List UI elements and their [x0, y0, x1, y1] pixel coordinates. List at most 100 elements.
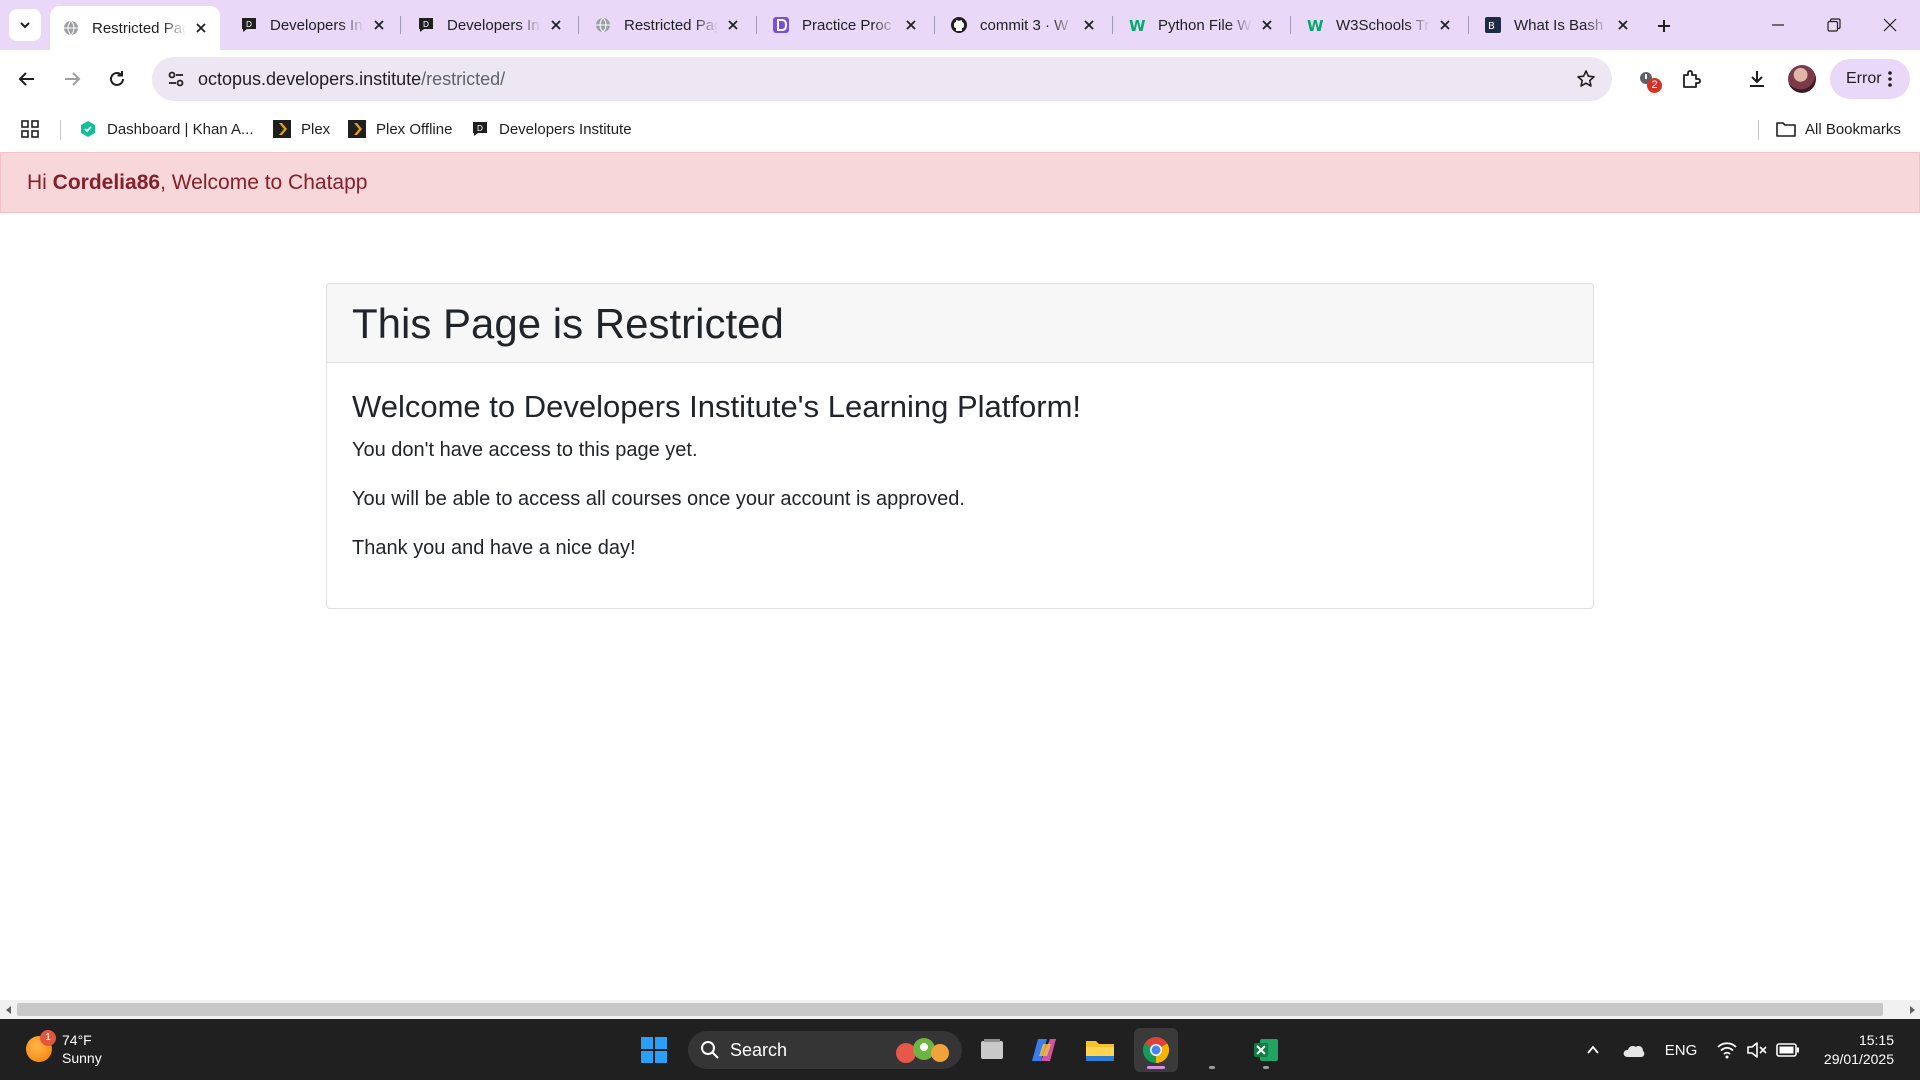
system-clock[interactable]: 15:15 29/01/2025: [1824, 1031, 1894, 1069]
tab-developers-institute-2[interactable]: D Developers Institute: [405, 6, 575, 44]
clock-date: 29/01/2025: [1823, 1051, 1894, 1067]
horizontal-scrollbar[interactable]: [0, 1000, 1920, 1019]
card-header: This Page is Restricted: [327, 284, 1593, 363]
tab-restricted-page-active[interactable]: Restricted Page: [50, 6, 220, 50]
copilot-button[interactable]: [1022, 1028, 1066, 1072]
weather-desc: Sunny: [62, 1050, 102, 1066]
extensions-button[interactable]: [1674, 62, 1708, 96]
tab-what-is-bash[interactable]: B What Is Bash: [1472, 6, 1642, 44]
apps-grid-icon: [21, 120, 39, 138]
close-window-button[interactable]: [1870, 8, 1910, 42]
battery-icon: [1776, 1043, 1799, 1057]
url-text: octopus.developers.institute/restricted/: [198, 69, 505, 90]
new-tab-button[interactable]: [1650, 12, 1678, 40]
tab-practice-proc[interactable]: Practice Proc: [760, 6, 930, 44]
task-view-button[interactable]: [970, 1028, 1014, 1072]
sun-icon: 1: [26, 1030, 56, 1062]
more-menu-icon[interactable]: [1880, 69, 1900, 89]
downloads-button[interactable]: [1740, 62, 1774, 96]
forward-button[interactable]: [55, 62, 89, 96]
tab-title: Practice Proc: [802, 16, 892, 34]
network-button[interactable]: [1714, 1037, 1740, 1063]
tab-strip: Restricted Page D Developers Institute D…: [0, 0, 1920, 50]
close-tab-icon[interactable]: [1436, 16, 1454, 34]
scrollbar-thumb[interactable]: [17, 1003, 1883, 1016]
site-info-icon[interactable]: [158, 61, 194, 97]
close-tab-icon[interactable]: [370, 16, 388, 34]
tab-separator: [1112, 16, 1113, 34]
tab-separator: [578, 16, 579, 34]
extension-alert-button[interactable]: 2: [1630, 62, 1664, 96]
developers-institute-icon: D: [470, 119, 490, 139]
all-bookmarks-button[interactable]: All Bookmarks: [1776, 114, 1901, 144]
start-button[interactable]: [632, 1028, 676, 1072]
tab-separator: [756, 16, 757, 34]
tab-commit-3[interactable]: commit 3 · W: [938, 6, 1108, 44]
card-paragraph: Thank you and have a nice day!: [352, 537, 636, 559]
weather-widget[interactable]: 1 74°F Sunny: [26, 1029, 102, 1069]
bookmarks-separator: [1758, 120, 1759, 140]
page-content: Hi Cordelia86, Welcome to Chatapp This P…: [0, 150, 1920, 1000]
card-body: Welcome to Developers Institute's Learni…: [327, 363, 1593, 586]
scroll-left-arrow-icon[interactable]: [0, 1000, 17, 1019]
language-label: ENG: [1664, 1041, 1698, 1059]
plex-icon: [272, 119, 292, 139]
w3schools-icon: W: [1128, 16, 1146, 34]
bookmark-developers-institute[interactable]: D Developers Institute: [470, 114, 632, 144]
battery-button[interactable]: [1774, 1037, 1802, 1063]
close-tab-icon[interactable]: [1080, 16, 1098, 34]
tab-python-file[interactable]: W Python File W: [1116, 6, 1286, 44]
scroll-right-arrow-icon[interactable]: [1903, 1000, 1920, 1019]
bookmark-label: Dashboard | Khan A...: [107, 120, 254, 138]
windows-taskbar: 1 74°F Sunny Search ENG 15:15 29/01/2025: [0, 1019, 1920, 1080]
alert-greeting: Hi: [27, 170, 53, 194]
svg-text:D: D: [477, 124, 483, 133]
profile-error-label: Error: [1846, 70, 1882, 87]
close-tab-icon[interactable]: [1258, 16, 1276, 34]
bookmark-khan-academy[interactable]: Dashboard | Khan A...: [78, 114, 254, 144]
globe-icon: [594, 16, 612, 34]
tab-separator: [1290, 16, 1291, 34]
pinned-app-button[interactable]: [1190, 1028, 1234, 1072]
chevron-down-icon: [20, 22, 30, 29]
address-bar[interactable]: octopus.developers.institute/restricted/: [152, 57, 1612, 101]
show-hidden-icons-button[interactable]: [1582, 1037, 1604, 1063]
restore-button[interactable]: [1814, 8, 1854, 42]
active-indicator: [1147, 1066, 1165, 1069]
chrome-taskbar-button[interactable]: [1134, 1028, 1178, 1072]
reload-button[interactable]: [100, 62, 134, 96]
tab-w3schools[interactable]: W W3Schools Tr: [1294, 6, 1464, 44]
close-tab-icon[interactable]: [724, 16, 742, 34]
bookmark-star-icon[interactable]: [1574, 67, 1598, 91]
profile-error-chip[interactable]: Error: [1830, 59, 1910, 99]
tab-restricted-page[interactable]: Restricted Page: [582, 6, 752, 44]
tab-developers-institute[interactable]: D Developers Institute: [228, 6, 398, 44]
bookmark-plex[interactable]: Plex: [272, 114, 330, 144]
onedrive-button[interactable]: [1620, 1037, 1648, 1063]
file-explorer-button[interactable]: [1078, 1028, 1122, 1072]
excel-button[interactable]: [1244, 1028, 1288, 1072]
task-view-icon: [981, 1039, 1003, 1059]
open-indicator: [1263, 1066, 1269, 1069]
close-tab-icon[interactable]: [192, 19, 210, 37]
language-indicator[interactable]: ENG: [1664, 1037, 1698, 1063]
tab-separator: [1468, 16, 1469, 34]
globe-icon: [62, 19, 80, 37]
apps-button[interactable]: [20, 114, 40, 144]
close-icon: [1883, 18, 1897, 32]
back-button[interactable]: [10, 62, 44, 96]
minimize-button[interactable]: [1758, 8, 1798, 42]
folder-icon: [1086, 1041, 1114, 1061]
tab-search-button[interactable]: [9, 9, 41, 41]
close-tab-icon[interactable]: [902, 16, 920, 34]
tab-title: W3Schools Tr: [1336, 16, 1430, 34]
close-tab-icon[interactable]: [1614, 16, 1632, 34]
plus-icon: [1658, 20, 1670, 32]
taskbar-search[interactable]: Search: [688, 1031, 962, 1069]
bookmark-label: Developers Institute: [499, 120, 632, 138]
close-tab-icon[interactable]: [547, 16, 565, 34]
profile-avatar[interactable]: [1788, 65, 1816, 93]
copilot-icon: [1032, 1039, 1056, 1061]
bookmark-plex-offline[interactable]: Plex Offline: [347, 114, 452, 144]
volume-button[interactable]: [1744, 1037, 1770, 1063]
